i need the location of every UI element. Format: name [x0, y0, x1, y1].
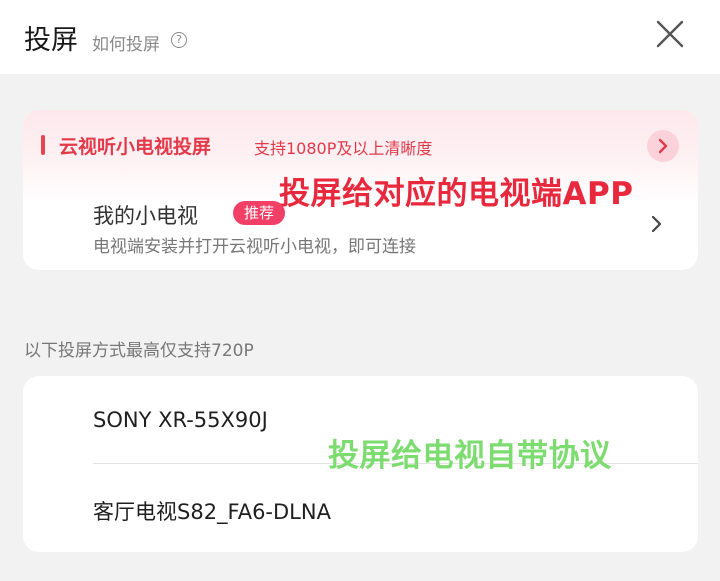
- cloud-tv-title: 云视听小电视投屏: [59, 136, 212, 158]
- cloud-tv-subtitle: 支持1080P及以上清晰度: [254, 139, 433, 158]
- my-tv-name[interactable]: 我的小电视: [93, 200, 198, 230]
- device-list-card: SONY XR-55X90J 客厅电视S82_FA6-DLNA 投屏给电视自带协…: [23, 376, 698, 552]
- chevron-right-icon[interactable]: [647, 212, 667, 236]
- header-bar: 投屏 如何投屏 ?: [0, 0, 720, 74]
- close-icon[interactable]: [652, 14, 688, 54]
- device-item[interactable]: 客厅电视S82_FA6-DLNA: [93, 496, 331, 526]
- accent-bar: [41, 135, 45, 155]
- chevron-right-icon: [658, 138, 668, 154]
- annotation-native-protocol: 投屏给电视自带协议: [328, 438, 612, 474]
- annotation-app-cast: 投屏给对应的电视端APP: [279, 176, 634, 212]
- cloud-tv-card: 云视听小电视投屏 支持1080P及以上清晰度 投屏给对应的电视端APP 我的小电…: [23, 110, 698, 270]
- help-icon[interactable]: ?: [171, 32, 187, 48]
- section-label: 以下投屏方式最高仅支持720P: [24, 341, 254, 361]
- device-item[interactable]: SONY XR-55X90J: [93, 408, 268, 432]
- my-tv-description: 电视端安装并打开云视听小电视，即可连接: [93, 237, 416, 257]
- recommend-badge: 推荐: [233, 201, 285, 225]
- page-title: 投屏: [24, 25, 78, 56]
- how-to-cast-link[interactable]: 如何投屏: [92, 30, 160, 55]
- cloud-tv-more-button[interactable]: [647, 130, 679, 162]
